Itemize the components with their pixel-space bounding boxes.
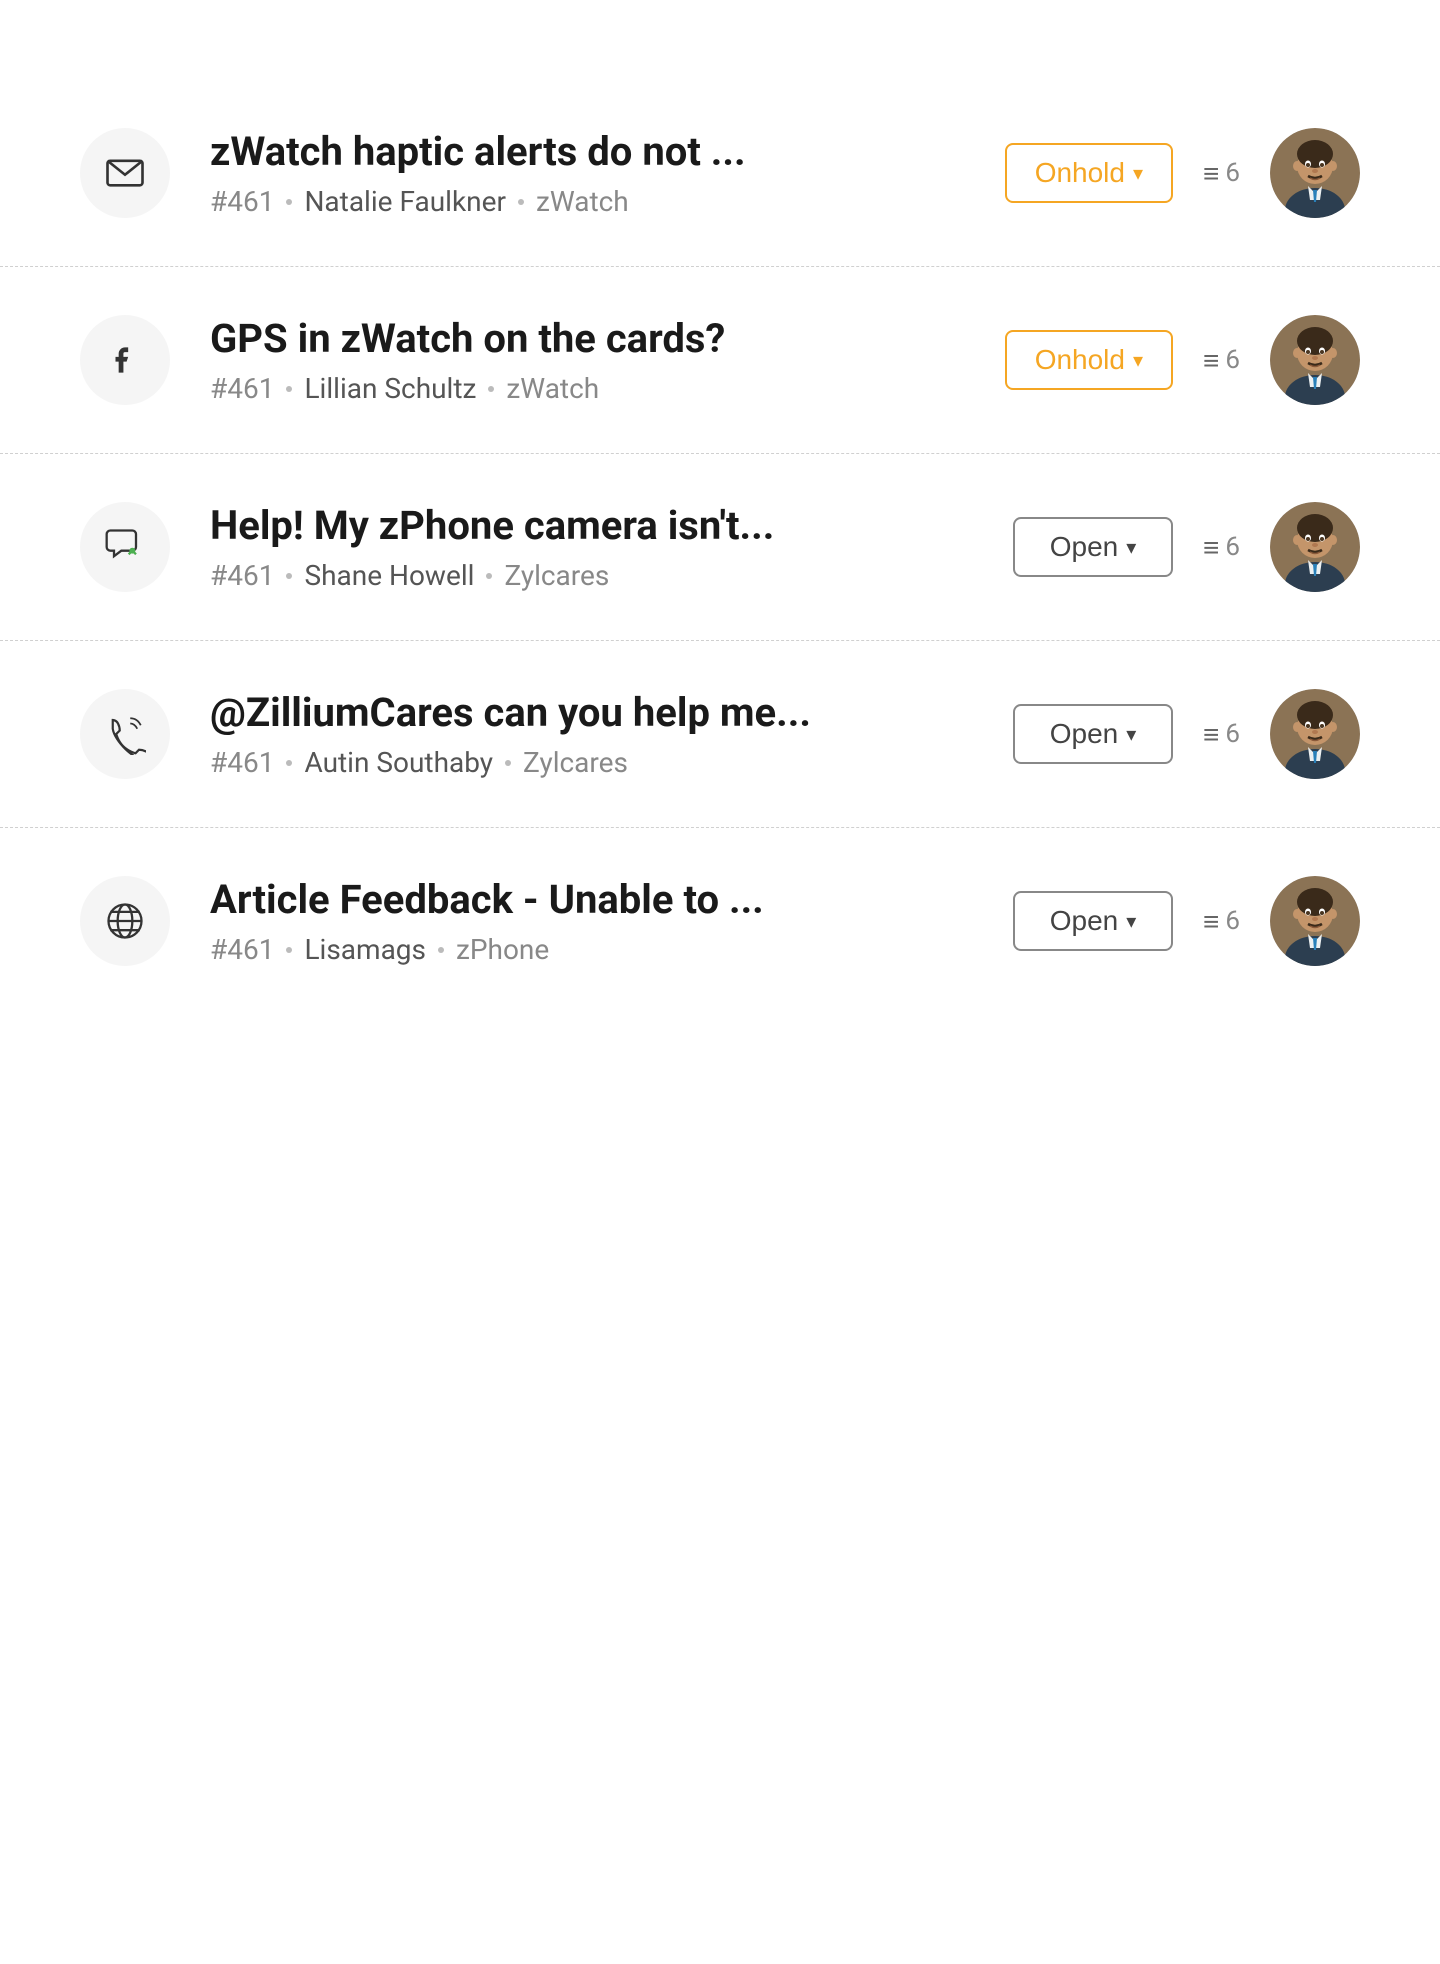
ticket-assignee: Lillian Schultz [304,372,476,405]
list-icon: ≡ [1203,905,1219,938]
ticket-actions: Open ▾ ≡ 6 [1013,502,1360,592]
ticket-list: zWatch haptic alerts do not ... #461 Nat… [0,0,1440,1094]
ticket-actions: Open ▾ ≡ 6 [1013,689,1360,779]
ticket-meta: #461 Autin Southaby Zylcares [210,746,973,779]
meta-dot-1 [286,386,292,392]
ticket-actions: Onhold ▾ ≡ 6 [1005,128,1360,218]
ticket-item-1[interactable]: zWatch haptic alerts do not ... #461 Nat… [0,80,1440,267]
ticket-title: GPS in zWatch on the cards? [210,315,965,362]
ticket-assignee: Shane Howell [304,559,474,592]
ticket-meta: #461 Lisamags zPhone [210,933,973,966]
ticket-assignee: Natalie Faulkner [304,185,505,218]
ticket-id: #461 [210,746,274,779]
ticket-brand: zWatch [536,185,629,218]
count-value: 6 [1225,345,1240,375]
ticket-title: zWatch haptic alerts do not ... [210,128,965,175]
chevron-down-icon: ▾ [1126,909,1136,934]
status-badge[interactable]: Open ▾ [1013,891,1173,951]
meta-dot-1 [286,760,292,766]
ticket-assignee: Lisamags [304,933,426,966]
status-label: Open [1050,718,1119,750]
list-icon: ≡ [1203,344,1219,377]
ticket-brand: Zylcares [504,559,609,592]
meta-dot-2 [488,386,494,392]
ticket-title: @ZilliumCares can you help me... [210,689,973,736]
ticket-count: ≡ 6 [1203,718,1240,751]
ticket-brand: Zylcares [523,746,628,779]
ticket-content: Article Feedback - Unable to ... #461 Li… [210,876,973,966]
status-label: Onhold [1035,157,1125,189]
ticket-count: ≡ 6 [1203,157,1240,190]
ticket-count: ≡ 6 [1203,905,1240,938]
chat-icon [80,502,170,592]
ticket-brand: zPhone [456,933,549,966]
ticket-content: GPS in zWatch on the cards? #461 Lillian… [210,315,965,405]
count-value: 6 [1225,532,1240,562]
ticket-count: ≡ 6 [1203,344,1240,377]
ticket-id: #461 [210,559,274,592]
status-badge[interactable]: Onhold ▾ [1005,330,1173,390]
ticket-content: Help! My zPhone camera isn't... #461 Sha… [210,502,973,592]
list-icon: ≡ [1203,157,1219,190]
ticket-id: #461 [210,933,274,966]
status-badge[interactable]: Onhold ▾ [1005,143,1173,203]
status-label: Onhold [1035,344,1125,376]
count-value: 6 [1225,719,1240,749]
ticket-actions: Open ▾ ≡ 6 [1013,876,1360,966]
ticket-id: #461 [210,185,274,218]
chevron-down-icon: ▾ [1133,161,1143,186]
ticket-content: @ZilliumCares can you help me... #461 Au… [210,689,973,779]
ticket-item-4[interactable]: @ZilliumCares can you help me... #461 Au… [0,641,1440,828]
meta-dot-2 [438,947,444,953]
chevron-down-icon: ▾ [1133,348,1143,373]
status-label: Open [1050,531,1119,563]
meta-dot-1 [286,199,292,205]
ticket-assignee: Autin Southaby [304,746,493,779]
ticket-content: zWatch haptic alerts do not ... #461 Nat… [210,128,965,218]
status-label: Open [1050,905,1119,937]
chevron-down-icon: ▾ [1126,535,1136,560]
status-badge[interactable]: Open ▾ [1013,704,1173,764]
facebook-icon [80,315,170,405]
ticket-item-3[interactable]: Help! My zPhone camera isn't... #461 Sha… [0,454,1440,641]
ticket-item-2[interactable]: GPS in zWatch on the cards? #461 Lillian… [0,267,1440,454]
meta-dot-2 [505,760,511,766]
ticket-meta: #461 Lillian Schultz zWatch [210,372,965,405]
meta-dot-1 [286,947,292,953]
list-icon: ≡ [1203,718,1219,751]
ticket-actions: Onhold ▾ ≡ 6 [1005,315,1360,405]
avatar [1270,128,1360,218]
ticket-count: ≡ 6 [1203,531,1240,564]
ticket-item-5[interactable]: Article Feedback - Unable to ... #461 Li… [0,828,1440,1014]
email-icon [80,128,170,218]
phone-icon [80,689,170,779]
meta-dot-2 [518,199,524,205]
web-icon [80,876,170,966]
avatar [1270,689,1360,779]
ticket-id: #461 [210,372,274,405]
avatar [1270,502,1360,592]
ticket-brand: zWatch [506,372,599,405]
ticket-title: Article Feedback - Unable to ... [210,876,973,923]
avatar [1270,315,1360,405]
avatar [1270,876,1360,966]
ticket-title: Help! My zPhone camera isn't... [210,502,973,549]
count-value: 6 [1225,158,1240,188]
meta-dot-2 [486,573,492,579]
list-icon: ≡ [1203,531,1219,564]
count-value: 6 [1225,906,1240,936]
meta-dot-1 [286,573,292,579]
ticket-meta: #461 Shane Howell Zylcares [210,559,973,592]
status-badge[interactable]: Open ▾ [1013,517,1173,577]
ticket-meta: #461 Natalie Faulkner zWatch [210,185,965,218]
chevron-down-icon: ▾ [1126,722,1136,747]
